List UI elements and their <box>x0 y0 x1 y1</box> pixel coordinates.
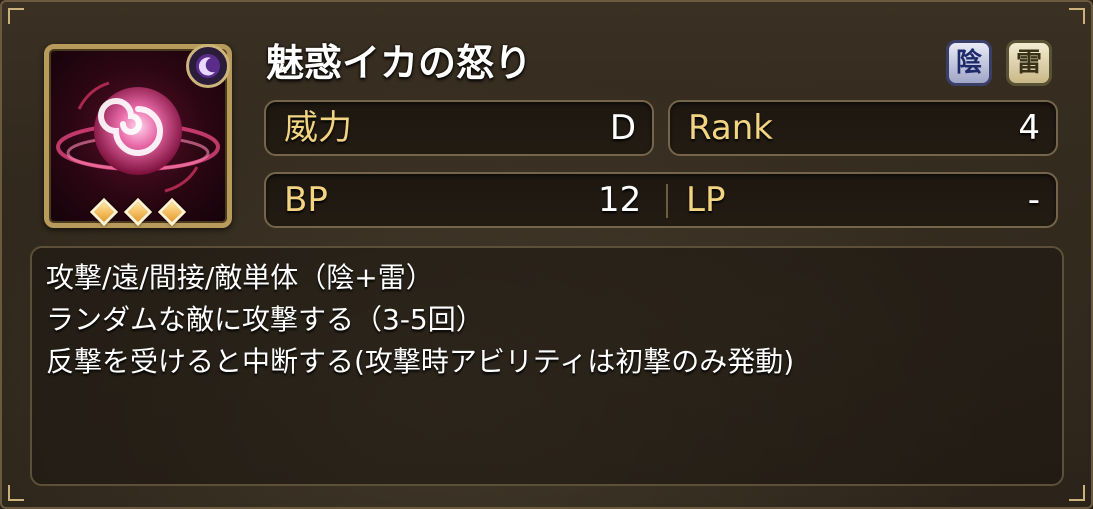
skill-detail-panel: 魅惑イカの怒り 陰 雷 威力 D Rank 4 BP 12 LP - 攻撃/遠/… <box>0 0 1093 509</box>
lightning-attribute-icon: 雷 <box>1006 40 1052 86</box>
rank-diamond-icon <box>89 197 119 227</box>
rank-value: 4 <box>1018 108 1040 148</box>
frame-corner-ornament <box>1069 485 1085 501</box>
bp-label: BP <box>284 180 328 220</box>
skill-name: 魅惑イカの怒り <box>266 41 533 85</box>
bp-lp-stat-box: BP 12 LP - <box>264 172 1058 228</box>
skill-description: 攻撃/遠/間接/敵単体（陰+雷） ランダムな敵に攻撃する（3-5回） 反撃を受け… <box>30 246 1064 486</box>
lp-label: LP <box>686 180 726 220</box>
frame-corner-ornament <box>1069 8 1085 24</box>
rank-label: Rank <box>688 108 773 148</box>
rank-diamond-icon <box>157 197 187 227</box>
rank-diamonds <box>84 197 192 228</box>
frame-corner-ornament <box>8 8 24 24</box>
rank-diamond-icon <box>123 197 153 227</box>
power-value: D <box>609 108 636 148</box>
description-line: 反撃を受けると中断する(攻撃時アビリティは初撃のみ発動) <box>46 345 795 378</box>
power-stat-box: 威力 D <box>264 100 654 156</box>
rank-stat-box: Rank 4 <box>668 100 1058 156</box>
stat-divider <box>666 184 668 218</box>
moon-icon <box>186 44 230 88</box>
description-line: ランダムな敵に攻撃する（3-5回） <box>46 303 484 336</box>
bp-value: 12 <box>598 180 642 220</box>
description-line: 攻撃/遠/間接/敵単体（陰+雷） <box>46 261 434 294</box>
power-label: 威力 <box>284 108 352 148</box>
yin-attribute-icon: 陰 <box>946 40 992 86</box>
lp-value: - <box>1027 180 1040 220</box>
frame-corner-ornament <box>8 485 24 501</box>
